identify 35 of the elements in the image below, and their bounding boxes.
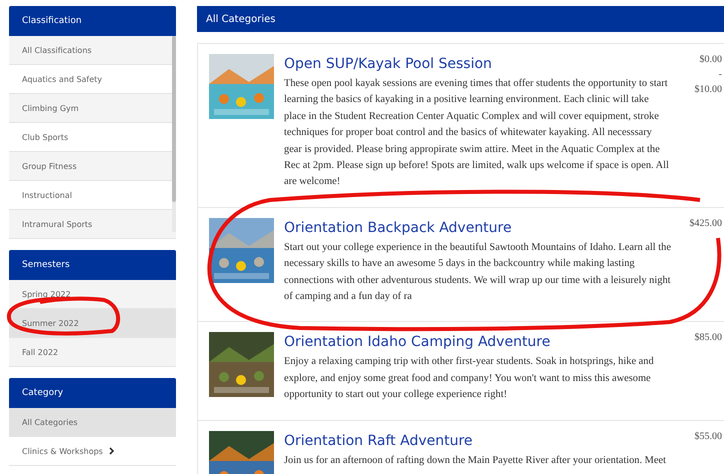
item-label: Instructional <box>22 190 72 200</box>
program-title[interactable]: Orientation Idaho Camping Adventure <box>284 332 672 352</box>
program-title[interactable]: Orientation Raft Adventure <box>284 430 672 451</box>
item-label: Climbing Gym <box>22 104 79 112</box>
program-description: Start out your college experience in the beautiful Sawtooth Mountains of Idaho. Learn all the necessary skills to have an awesome 5 days in the backcountry while making lasting connections with other adventurous students. We will wrap up our time with a leisurely night of camping and a fun day of ra <box>284 240 672 304</box>
sidebar-item[interactable]: Fall 2022 <box>9 338 176 367</box>
price-text: $10.00 <box>694 84 722 95</box>
item-label: All Categories <box>22 418 78 426</box>
item-label: All Classifications <box>22 46 92 54</box>
panel-header: Category <box>9 378 176 408</box>
price-text: $55.00 <box>694 430 722 442</box>
price-text: - <box>718 69 722 80</box>
item-label: Group Fitness <box>22 162 77 170</box>
program-description: Enjoy a relaxing camping trip with other first-year students. Soak in hotsprings, hike and explore, and enjoy some great food and company! You won't want to miss this awesome opportunity to start out your college experience right! <box>284 355 655 402</box>
sidebar-item[interactable]: Intramural Sports <box>9 210 176 239</box>
price-text: $85.00 <box>694 332 722 344</box>
panel-header: Classification <box>9 6 176 36</box>
sidebar-item[interactable]: Spring 2022 <box>9 280 176 309</box>
item-label: Fall 2022 <box>22 348 58 356</box>
section-header: All Categories <box>197 6 724 32</box>
item-label: Aquatics and Safety <box>22 74 102 84</box>
item-label: Club Sports <box>22 132 68 142</box>
program-title[interactable]: Open SUP/Kayak Pool Session <box>284 54 672 74</box>
scrollbar[interactable] <box>172 36 176 232</box>
item-label: Intramural Sports <box>22 220 92 228</box>
program-description: Join us for an afternoon of rafting down the Main Payette River after your orientation. Meet <box>284 454 668 468</box>
item-label: Clinics & Workshops <box>22 446 103 456</box>
program-title[interactable]: Orientation Backpack Adventure <box>284 218 672 238</box>
sidebar-item[interactable]: All Categories <box>9 408 176 437</box>
item-label: Spring 2022 <box>22 290 71 298</box>
panel-header: Semesters <box>9 250 176 280</box>
item-label: Summer 2022 <box>22 318 79 328</box>
price-text: $0.00 <box>700 54 722 65</box>
price-text: $425.00 <box>690 218 722 229</box>
program-description: These open pool kayak sessions are evening times that offer students the opportunity to start learning the basics of kayaking in a positive learning environment. Each clinic will take place in the Student Recreation Center Aquatic Complex and will cover equipment, stroke techniques for proper boat control and the basics of whitewater kayaking. All necesssary gear is provided. Please bring appropirate swim attire. Meet in the Aquatic Complex at the Rec at 2pm. Please sign up before! Spots are limited, walk ups welcome if space is open. All are welcome! <box>284 77 670 190</box>
